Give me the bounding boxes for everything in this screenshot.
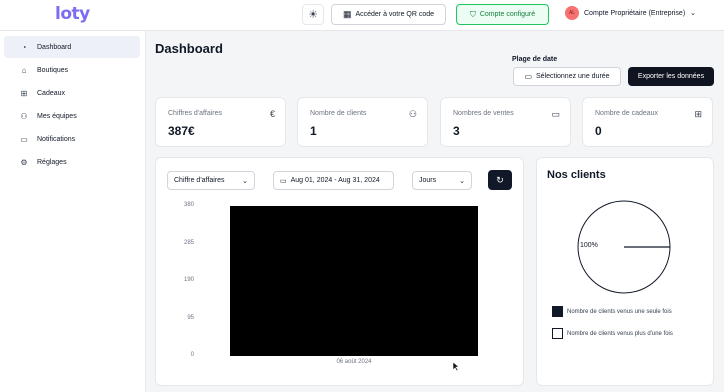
sun-icon: ☀ xyxy=(308,9,318,21)
sidebar-item-label: Cadeaux xyxy=(37,89,66,97)
account-name: Compte Propriétaire (Entreprise) xyxy=(584,9,686,17)
refresh-button[interactable]: ↻ xyxy=(488,170,512,190)
stat-card-gifts: Nombre de cadeaux 0 ⊞ xyxy=(582,97,713,147)
chevron-down-icon: ⌄ xyxy=(242,177,248,185)
sidebar-item-label: Mes équipes xyxy=(37,112,77,120)
metric-select[interactable]: Chiffre d'affaires ⌄ xyxy=(167,171,255,190)
stat-label: Nombre de cadeaux xyxy=(595,110,659,117)
team-icon: ⚇ xyxy=(20,111,28,121)
stat-label: Nombre de clients xyxy=(310,110,367,117)
sidebar-item-label: Réglages xyxy=(37,158,67,166)
sidebar: ◔ Dashboard ⌂ Boutiques ⊞ Cadeaux ⚇ Mes … xyxy=(0,31,146,392)
legend-label: Nombre de clients venus une seule fois xyxy=(567,308,672,315)
stat-value: 3 xyxy=(453,124,460,138)
granularity-select-value: Jours xyxy=(419,177,437,184)
sidebar-item-label: Notifications xyxy=(37,135,76,143)
calendar-icon: ▭ xyxy=(524,72,532,81)
top-bar: loty ☀ ▦ Accéder à votre QR code ⛉ Compt… xyxy=(0,0,724,31)
app-logo[interactable]: loty xyxy=(55,4,90,24)
legend-item-once[interactable]: Nombre de clients venus une seule fois xyxy=(552,306,672,317)
stat-card-revenue: Chiffres d'affaires 387€ € xyxy=(155,97,286,147)
shield-check-icon: ⛉ xyxy=(469,9,476,19)
y-tick-label: 380 xyxy=(183,202,194,208)
x-tick-label: 06 août 2024 xyxy=(336,359,372,365)
y-tick-label: 285 xyxy=(183,239,194,246)
qr-code-button-label: Accéder à votre QR code xyxy=(355,11,435,18)
export-button[interactable]: Exporter les données xyxy=(628,67,714,86)
chart-date-range-value: Aug 01, 2024 - Aug 31, 2024 xyxy=(290,177,380,184)
stat-value: 387€ xyxy=(168,124,195,138)
qr-code-button[interactable]: ▦ Accéder à votre QR code xyxy=(331,4,446,25)
avatar: AL xyxy=(565,6,579,20)
stat-label: Nombres de ventes xyxy=(453,110,514,117)
granularity-select[interactable]: Jours ⌄ xyxy=(412,171,472,190)
sidebar-item-cadeaux[interactable]: ⊞ Cadeaux xyxy=(4,82,140,104)
y-tick-label: 190 xyxy=(183,277,194,283)
gear-icon: ⚙ xyxy=(20,157,28,167)
refresh-icon: ↻ xyxy=(496,174,504,185)
sidebar-item-boutiques[interactable]: ⌂ Boutiques xyxy=(4,59,140,81)
stat-value: 0 xyxy=(595,124,602,138)
sidebar-item-dashboard[interactable]: ◔ Dashboard xyxy=(4,36,140,58)
account-configured-label: Compte configuré xyxy=(479,11,536,18)
pie-slice-label: 100% xyxy=(580,242,598,249)
chevron-down-icon: ⌄ xyxy=(690,10,697,17)
date-range-placeholder: Sélectionnez une durée xyxy=(536,73,610,80)
legend-label: Nombre de clients venus plus d'une fois xyxy=(567,330,673,337)
sidebar-item-equipes[interactable]: ⚇ Mes équipes xyxy=(4,105,140,127)
page-title: Dashboard xyxy=(155,41,223,56)
stat-label: Chiffres d'affaires xyxy=(168,110,222,117)
stat-value: 1 xyxy=(310,124,317,138)
card-icon: ▭ xyxy=(551,109,560,119)
clients-card-title: Nos clients xyxy=(547,169,606,181)
sidebar-item-label: Dashboard xyxy=(37,43,72,51)
stat-card-sales: Nombres de ventes 3 ▭ xyxy=(440,97,571,147)
euro-icon: € xyxy=(269,109,275,119)
gift-icon: ⊞ xyxy=(20,88,28,98)
gift-icon: ⊞ xyxy=(694,109,702,119)
stat-card-clients: Nombre de clients 1 ⚇ xyxy=(297,97,428,147)
chevron-down-icon: ⌄ xyxy=(459,177,465,185)
date-range-label: Plage de date xyxy=(512,56,558,63)
chart-bar[interactable] xyxy=(230,206,478,356)
users-icon: ⚇ xyxy=(408,109,417,119)
account-menu[interactable]: AL Compte Propriétaire (Entreprise) ⌄ xyxy=(565,6,696,20)
qr-code-icon: ▦ xyxy=(342,9,352,19)
sidebar-item-notifications[interactable]: ▭ Notifications xyxy=(4,128,140,150)
account-configured-badge[interactable]: ⛉ Compte configuré xyxy=(456,4,549,25)
metric-select-value: Chiffre d'affaires xyxy=(174,177,225,184)
notification-icon: ▭ xyxy=(20,134,28,144)
y-tick-label: 95 xyxy=(187,314,194,321)
mouse-cursor-icon xyxy=(452,361,460,372)
legend-swatch xyxy=(552,328,563,339)
calendar-icon: ▭ xyxy=(280,177,287,185)
sidebar-item-label: Boutiques xyxy=(37,66,69,74)
sidebar-item-reglages[interactable]: ⚙ Réglages xyxy=(4,151,140,173)
date-range-button[interactable]: ▭ Sélectionnez une durée xyxy=(513,67,621,86)
dashboard-icon: ◔ xyxy=(21,42,27,52)
legend-item-returning[interactable]: Nombre de clients venus plus d'une fois xyxy=(552,328,673,339)
y-tick-label: 0 xyxy=(190,352,194,358)
store-icon: ⌂ xyxy=(21,65,27,75)
theme-toggle-button[interactable]: ☀ xyxy=(302,4,324,25)
legend-swatch xyxy=(552,306,563,317)
chart-date-range-picker[interactable]: ▭ Aug 01, 2024 - Aug 31, 2024 xyxy=(273,171,394,190)
